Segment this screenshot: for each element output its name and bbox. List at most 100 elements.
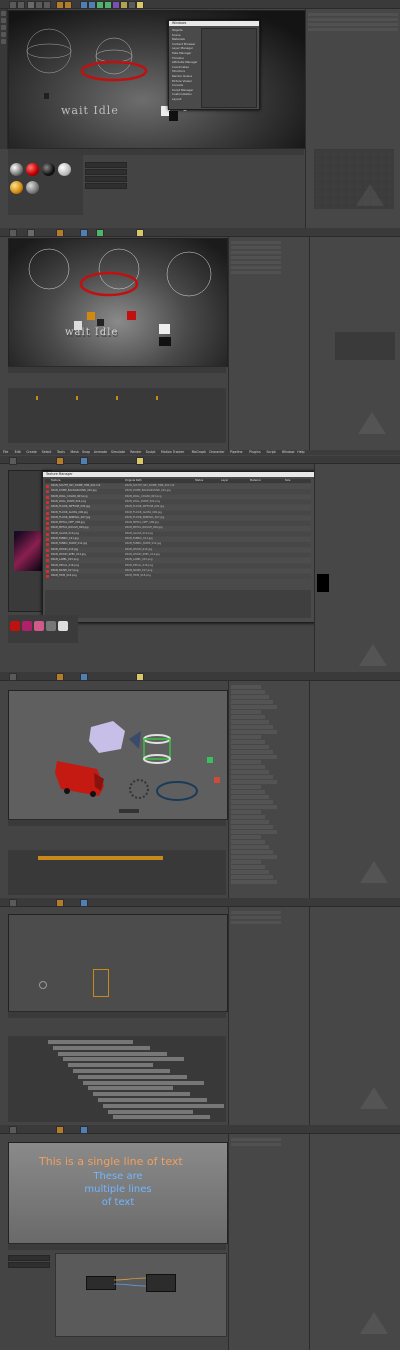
- key-track[interactable]: [36, 396, 226, 400]
- table-row[interactable]: RSCB_FLOOR_DIFFUSE_005.jpg RSCB_FLOOR_DIF…: [45, 505, 311, 510]
- object-row[interactable]: [231, 865, 265, 869]
- object-row[interactable]: [231, 710, 261, 714]
- subdiv-button[interactable]: [96, 229, 104, 237]
- menu-item[interactable]: Pipeline: [230, 450, 242, 455]
- object-row[interactable]: [231, 690, 265, 694]
- windows-menu-popup[interactable]: Windows Objects Scene Materials Content Bro…: [168, 20, 260, 110]
- object-row[interactable]: [231, 700, 273, 704]
- column-header[interactable]: Layer: [221, 479, 228, 482]
- object-row[interactable]: [231, 875, 273, 879]
- menu-item[interactable]: Plugins: [249, 450, 260, 455]
- cube-button[interactable]: [80, 899, 88, 907]
- table-row[interactable]: RSCB_NOISE_017.png RSCB_NOISE_017.png: [45, 568, 311, 574]
- render-button[interactable]: [56, 1, 64, 9]
- object-row[interactable]: [231, 765, 265, 769]
- cube-button[interactable]: [80, 229, 88, 237]
- key-range-bar[interactable]: [68, 1063, 153, 1068]
- attr-field[interactable]: [8, 1255, 50, 1261]
- material-magenta[interactable]: [22, 621, 32, 631]
- object-row[interactable]: [231, 720, 269, 724]
- attr-field[interactable]: [8, 1262, 50, 1268]
- key-range-bar[interactable]: [58, 1051, 167, 1056]
- object-row[interactable]: [231, 755, 277, 759]
- object-row[interactable]: [231, 750, 273, 754]
- table-row[interactable]: RSCB_WOOD_013.jpg RSCB_WOOD_013.jpg: [45, 547, 311, 553]
- menu-item[interactable]: Simulate: [111, 450, 125, 455]
- material-grey[interactable]: [26, 181, 39, 194]
- object-row[interactable]: [308, 23, 398, 26]
- object-row[interactable]: [231, 855, 277, 859]
- object-row[interactable]: [231, 830, 277, 834]
- column-header[interactable]: Size: [285, 479, 290, 482]
- table-row[interactable]: RSCB_WALL_COLOR_003.png RSCB_WALL_COLOR_0…: [45, 494, 311, 500]
- object-row[interactable]: [231, 266, 281, 269]
- light-button[interactable]: [136, 229, 144, 237]
- render-button[interactable]: [56, 1126, 64, 1134]
- object-row[interactable]: [231, 1138, 281, 1141]
- polygons-mode-button[interactable]: [1, 39, 6, 44]
- object-row[interactable]: [231, 775, 273, 779]
- menu-item[interactable]: Script: [267, 450, 276, 455]
- object-row[interactable]: [231, 810, 261, 814]
- object-row[interactable]: [231, 705, 277, 709]
- node-editor[interactable]: [55, 1253, 227, 1337]
- object-row[interactable]: [231, 911, 281, 914]
- material-white[interactable]: [58, 621, 68, 631]
- menu-item[interactable]: Edit: [15, 450, 21, 455]
- undo-button[interactable]: [9, 229, 17, 237]
- render-button[interactable]: [56, 457, 64, 465]
- timeline-bar[interactable]: [8, 1243, 226, 1250]
- object-row[interactable]: [231, 256, 281, 259]
- key-range-bar[interactable]: [93, 1092, 190, 1097]
- object-row[interactable]: [231, 735, 261, 739]
- render-view-button[interactable]: [64, 1, 72, 9]
- column-header[interactable]: Original Path: [125, 479, 142, 482]
- object-row[interactable]: [231, 815, 265, 819]
- object-row[interactable]: [231, 1143, 281, 1146]
- table-row[interactable]: RSCB_WALL_BUMP_004.png RSCB_WALL_BUMP_004…: [45, 499, 311, 505]
- cube-button[interactable]: [80, 1, 88, 9]
- key-range-bar[interactable]: [53, 1045, 150, 1050]
- material-pink[interactable]: [34, 621, 44, 631]
- menu-item[interactable]: MoGraph: [192, 450, 206, 455]
- model-mode-button[interactable]: [1, 11, 6, 16]
- light-button[interactable]: [136, 1, 144, 9]
- object-row[interactable]: [308, 13, 398, 16]
- null-object[interactable]: [93, 969, 109, 997]
- menu-item[interactable]: Sculpt: [146, 450, 156, 455]
- object-row[interactable]: [231, 685, 261, 689]
- move-tool-button[interactable]: [27, 1, 35, 9]
- coord-h-field[interactable]: [85, 183, 127, 189]
- menu-item[interactable]: Character: [209, 450, 225, 455]
- object-row[interactable]: [231, 916, 281, 919]
- menu-item[interactable]: Window: [282, 450, 295, 455]
- table-row[interactable]: RSCB_DOME_BACKGROUND_002.jpg RSCB_DOME_BA…: [45, 489, 311, 494]
- menu-item[interactable]: Mesh: [71, 450, 79, 455]
- object-row[interactable]: [231, 730, 277, 734]
- object-row[interactable]: [231, 860, 261, 864]
- table-row[interactable]: RSCB_SOUTH_SKY_DOME_HDR_001.hdr RSCB_SOUT…: [45, 484, 311, 489]
- material-grey[interactable]: [46, 621, 56, 631]
- object-row[interactable]: [231, 760, 261, 764]
- object-row[interactable]: [231, 695, 269, 699]
- object-row[interactable]: [231, 840, 265, 844]
- timeline-bar[interactable]: [8, 819, 226, 826]
- viewport-perspective[interactable]: wait Idle: [8, 10, 306, 149]
- undo-button[interactable]: [9, 1, 17, 9]
- object-row[interactable]: [231, 725, 273, 729]
- table-row[interactable]: RSCB_FLOOR_NORMAL_007.jpg RSCB_FLOOR_NORM…: [45, 515, 311, 521]
- deformer-button[interactable]: [112, 1, 120, 9]
- coord-y-field[interactable]: [85, 169, 127, 175]
- undo-button[interactable]: [9, 899, 17, 907]
- material-black[interactable]: [42, 163, 55, 176]
- cube-button[interactable]: [80, 673, 88, 681]
- material-white[interactable]: [58, 163, 71, 176]
- object-row[interactable]: [231, 805, 277, 809]
- render-button[interactable]: [56, 899, 64, 907]
- object-row[interactable]: [231, 715, 265, 719]
- object-row[interactable]: [231, 795, 269, 799]
- move-tool-button[interactable]: [27, 229, 35, 237]
- table-row[interactable]: RSCB_DECAL_016.png RSCB_DECAL_016.png: [45, 563, 311, 569]
- cloner-button[interactable]: [104, 1, 112, 9]
- viewport-perspective[interactable]: [8, 914, 228, 1012]
